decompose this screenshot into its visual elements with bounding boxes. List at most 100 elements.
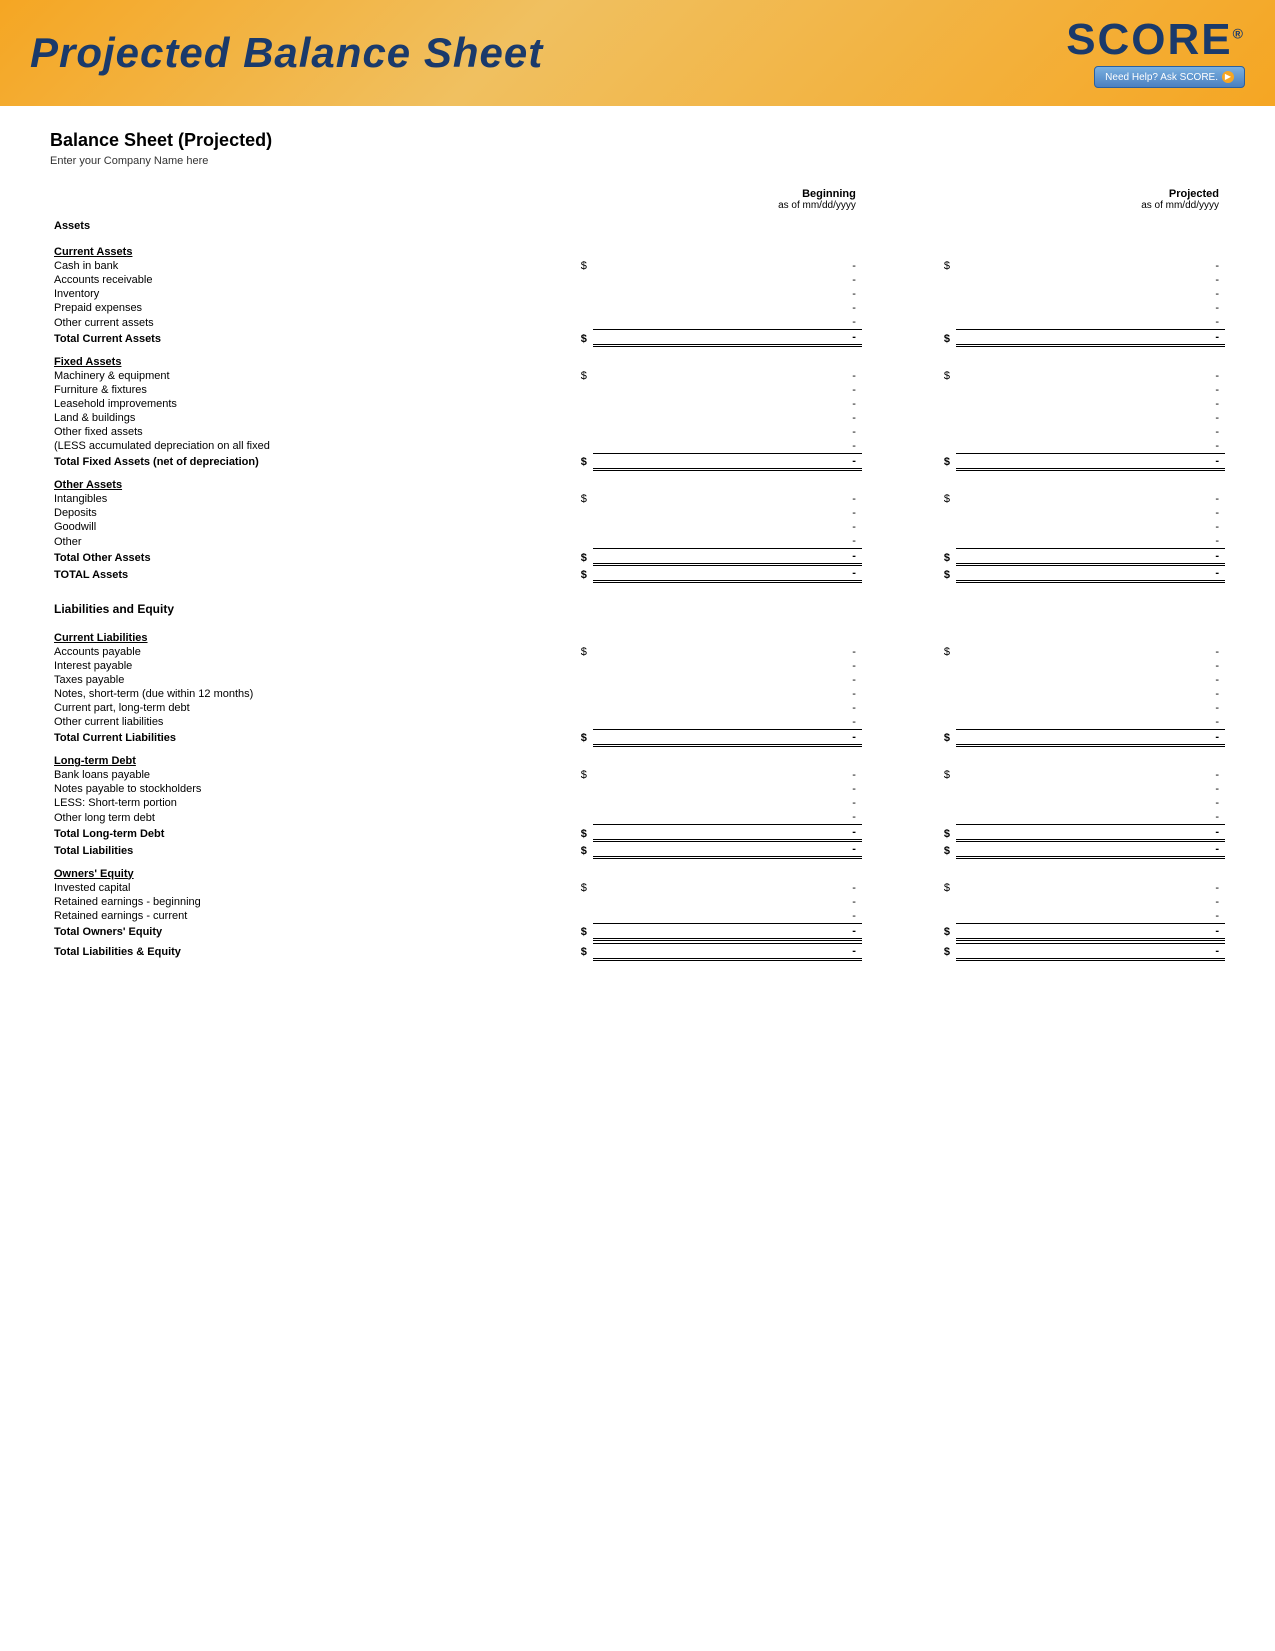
total-fa-begin-value[interactable] [593, 453, 862, 469]
ns-begin-value[interactable] [593, 782, 862, 796]
other-fixed-label: Other fixed assets [50, 425, 579, 439]
land-proj-value[interactable] [956, 411, 1225, 425]
other-ca-proj-value[interactable] [956, 315, 1225, 330]
inventory-proj-value[interactable] [956, 287, 1225, 301]
cpltd-begin-value[interactable] [593, 701, 862, 715]
bl-proj-value[interactable] [956, 768, 1225, 782]
nst-begin-value[interactable] [593, 687, 862, 701]
prepaid-proj-value[interactable] [956, 301, 1225, 315]
total-oe-proj-value[interactable] [956, 923, 1225, 939]
header-banner: Projected Balance Sheet SCORE® Need Help… [0, 0, 1275, 106]
total-fa-proj-value[interactable] [956, 453, 1225, 469]
ocl-proj-value[interactable] [956, 715, 1225, 730]
ocl-begin-value[interactable] [593, 715, 862, 730]
total-le-proj-value[interactable] [956, 943, 1225, 959]
oltd-begin-value[interactable] [593, 810, 862, 825]
total-liab-proj-value[interactable] [956, 841, 1225, 858]
goodwill-begin-value[interactable] [593, 520, 862, 534]
total-current-assets-row: Total Current Assets $ $ [50, 330, 1225, 346]
tp-proj-value[interactable] [956, 673, 1225, 687]
other-fixed-proj-value[interactable] [956, 425, 1225, 439]
depreciation-proj-value[interactable] [956, 439, 1225, 454]
depreciation-begin-value[interactable] [593, 439, 862, 454]
lst-proj-value[interactable] [956, 796, 1225, 810]
nst-proj-value[interactable] [956, 687, 1225, 701]
other-fixed-begin-value[interactable] [593, 425, 862, 439]
prepaid-begin-value[interactable] [593, 301, 862, 315]
reb-proj-value[interactable] [956, 895, 1225, 909]
accounts-payable-row: Accounts payable $ $ [50, 645, 1225, 659]
other-oa-begin-value[interactable] [593, 534, 862, 549]
intangibles-begin-value[interactable] [593, 492, 862, 506]
furniture-begin-value[interactable] [593, 383, 862, 397]
fixed-assets-header-row: Fixed Assets [50, 346, 1225, 369]
ip-begin-value[interactable] [593, 659, 862, 673]
ap-proj-value[interactable] [956, 645, 1225, 659]
machinery-proj-value[interactable] [956, 369, 1225, 383]
machinery-begin-value[interactable] [593, 369, 862, 383]
tp-begin-value[interactable] [593, 673, 862, 687]
interest-payable-label: Interest payable [50, 659, 579, 673]
total-assets-begin-value[interactable] [593, 565, 862, 582]
total-cl-proj-value[interactable] [956, 729, 1225, 745]
leasehold-proj-value[interactable] [956, 397, 1225, 411]
ap-begin-value[interactable] [593, 645, 862, 659]
owners-equity-header: Owners' Equity [50, 858, 579, 881]
ic-begin-value[interactable] [593, 881, 862, 895]
inventory-begin-value[interactable] [593, 287, 862, 301]
current-assets-header: Current Assets [50, 236, 579, 259]
ic-proj-value[interactable] [956, 881, 1225, 895]
leasehold-begin-value[interactable] [593, 397, 862, 411]
ns-proj-value[interactable] [956, 782, 1225, 796]
goodwill-proj-value[interactable] [956, 520, 1225, 534]
reb-begin-value[interactable] [593, 895, 862, 909]
total-ca-begin-value[interactable] [593, 330, 862, 346]
other-oa-label: Other [50, 534, 579, 549]
assets-header-row: Assets [50, 212, 1225, 236]
bl-begin-value[interactable] [593, 768, 862, 782]
bank-loans-row: Bank loans payable $ $ [50, 768, 1225, 782]
other-current-assets-label: Other current assets [50, 315, 579, 330]
total-liab-begin-value[interactable] [593, 841, 862, 858]
oltd-proj-value[interactable] [956, 810, 1225, 825]
total-assets-row: TOTAL Assets $ $ [50, 565, 1225, 582]
interest-payable-row: Interest payable [50, 659, 1225, 673]
total-oe-label: Total Owners' Equity [50, 923, 579, 939]
prepaid-expenses-row: Prepaid expenses [50, 301, 1225, 315]
ip-proj-value[interactable] [956, 659, 1225, 673]
rec-proj-value[interactable] [956, 909, 1225, 924]
other-ca-begin-value[interactable] [593, 315, 862, 330]
total-oa-begin-value[interactable] [593, 549, 862, 565]
total-owners-equity-row: Total Owners' Equity $ $ [50, 923, 1225, 939]
total-le-label: Total Liabilities & Equity [50, 943, 579, 959]
cash-proj-value[interactable] [956, 259, 1225, 273]
lst-begin-value[interactable] [593, 796, 862, 810]
other-ltd-label: Other long term debt [50, 810, 579, 825]
total-ca-proj-value[interactable] [956, 330, 1225, 346]
total-ltd-proj-value[interactable] [956, 825, 1225, 841]
total-assets-proj-value[interactable] [956, 565, 1225, 582]
total-ltd-begin-value[interactable] [593, 825, 862, 841]
furniture-proj-value[interactable] [956, 383, 1225, 397]
ar-proj-value[interactable] [956, 273, 1225, 287]
deposits-proj-value[interactable] [956, 506, 1225, 520]
need-help-button[interactable]: Need Help? Ask SCORE. ▶ [1094, 66, 1245, 88]
other-oa-proj-value[interactable] [956, 534, 1225, 549]
total-other-assets-row: Total Other Assets $ $ [50, 549, 1225, 565]
rec-begin-value[interactable] [593, 909, 862, 924]
intangibles-proj-value[interactable] [956, 492, 1225, 506]
land-begin-value[interactable] [593, 411, 862, 425]
deposits-begin-value[interactable] [593, 506, 862, 520]
land-label: Land & buildings [50, 411, 579, 425]
retained-earnings-begin-label: Retained earnings - beginning [50, 895, 579, 909]
ar-begin-value[interactable] [593, 273, 862, 287]
total-oe-begin-value[interactable] [593, 923, 862, 939]
total-le-begin-value[interactable] [593, 943, 862, 959]
total-cl-begin-value[interactable] [593, 729, 862, 745]
machinery-label: Machinery & equipment [50, 369, 579, 383]
goodwill-label: Goodwill [50, 520, 579, 534]
cpltd-proj-value[interactable] [956, 701, 1225, 715]
inventory-row: Inventory [50, 287, 1225, 301]
total-oa-proj-value[interactable] [956, 549, 1225, 565]
cash-begin-value[interactable] [593, 259, 862, 273]
